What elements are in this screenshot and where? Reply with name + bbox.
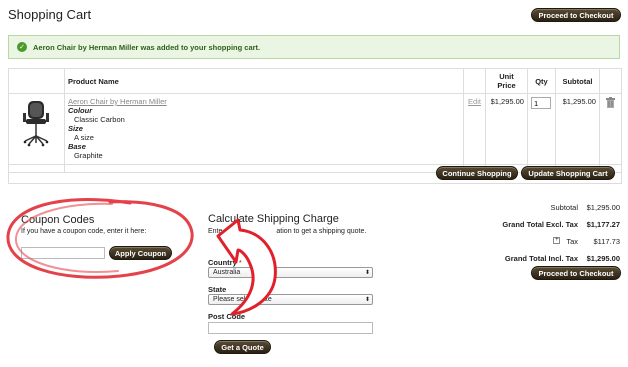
country-select[interactable]: Australia ⬍ <box>208 267 373 278</box>
unit-price-cell: $1,295.00 <box>485 93 528 173</box>
tax-value: $117.73 <box>593 237 620 246</box>
image-header <box>8 68 65 94</box>
remove-cell <box>598 93 623 173</box>
dropdown-arrow-icon: ⬍ <box>364 297 370 303</box>
success-message: ✓ Aeron Chair by Herman Miller was added… <box>8 35 620 59</box>
page-title: Shopping Cart <box>8 7 92 22</box>
state-select[interactable]: Please select state ⬍ <box>208 294 373 305</box>
plus-icon[interactable]: + <box>553 237 561 244</box>
shipping-hint-start: Ente <box>208 228 223 235</box>
edit-cell: Edit <box>463 93 486 173</box>
dropdown-arrow-icon: ⬍ <box>364 270 370 276</box>
shipping-hint-end: ation to get a shipping quote. <box>276 228 367 235</box>
coupon-hint: If you have a coupon code, enter it here… <box>21 228 147 235</box>
check-icon: ✓ <box>17 42 27 52</box>
qty-cell <box>526 93 556 173</box>
option-label: Size <box>67 124 83 133</box>
option-label: Colour <box>67 106 93 115</box>
apply-coupon-button[interactable]: Apply Coupon <box>109 246 172 260</box>
edit-link[interactable]: Edit <box>468 97 481 106</box>
grand-total-incl-value: $1,295.00 <box>586 254 620 263</box>
continue-shopping-button[interactable]: Continue Shopping <box>436 166 518 180</box>
unit-price-header: Unit Price <box>485 68 528 94</box>
subtotal-cell: $1,295.00 <box>554 93 600 173</box>
proceed-checkout-top-button[interactable]: Proceed to Checkout <box>531 8 621 22</box>
postcode-label: Post Code <box>208 312 246 321</box>
grand-total-excl-label: Grand Total Excl. Tax <box>502 220 578 229</box>
qty-header: Qty <box>526 68 556 94</box>
product-image[interactable] <box>19 99 53 147</box>
subtotal-header: Subtotal <box>554 68 600 94</box>
edit-header <box>463 68 486 94</box>
success-text: Aeron Chair by Herman Miller was added t… <box>33 42 261 52</box>
shipping-title: Calculate Shipping Charge <box>208 213 339 225</box>
proceed-checkout-bottom-button[interactable]: Proceed to Checkout <box>531 266 621 280</box>
tax-label: Tax <box>566 237 578 246</box>
required-mark: * <box>238 258 242 267</box>
grand-total-incl-row: Grand Total Incl. Tax $1,295.00 <box>505 254 620 263</box>
option-label: Base <box>67 142 86 151</box>
coupon-title: Coupon Codes <box>21 214 95 226</box>
cart-item-row: Aeron Chair by Herman Miller Colour Clas… <box>8 93 623 173</box>
coupon-input[interactable] <box>21 247 105 259</box>
product-info-cell: Aeron Chair by Herman Miller Colour Clas… <box>63 93 465 173</box>
grand-total-excl-row: Grand Total Excl. Tax $1,177.27 <box>502 220 620 229</box>
option-value: Graphite <box>73 151 103 160</box>
subtotal-label: Subtotal <box>550 203 578 212</box>
country-label-text: Country <box>208 258 237 267</box>
grand-total-excl-value: $1,177.27 <box>586 220 620 229</box>
remove-header <box>598 68 623 94</box>
get-quote-button[interactable]: Get a Quote <box>214 340 271 354</box>
trash-icon[interactable] <box>605 97 615 108</box>
country-label: Country * <box>208 258 242 267</box>
subtotal-row: Subtotal $1,295.00 <box>550 203 620 212</box>
update-cart-button[interactable]: Update Shopping Cart <box>521 166 615 180</box>
qty-input[interactable] <box>530 97 551 109</box>
product-name-header: Product Name <box>63 68 465 94</box>
annotation-circle <box>6 198 194 279</box>
option-value: A size <box>73 133 94 142</box>
state-label: State <box>208 285 227 294</box>
grand-total-incl-label: Grand Total Incl. Tax <box>504 254 578 263</box>
cart-table: Product Name Unit Price Qty Subtotal Aer… <box>8 68 623 173</box>
subtotal-value: $1,295.00 <box>586 203 620 212</box>
postcode-input[interactable] <box>208 322 373 334</box>
tax-row: + Tax $117.73 <box>553 237 620 246</box>
state-value: Please select state <box>213 296 272 303</box>
product-name-link[interactable]: Aeron Chair by Herman Miller <box>68 97 460 106</box>
country-value: Australia <box>213 269 241 276</box>
shipping-hint: Ente ation to get a shipping quote. <box>208 228 366 235</box>
option-value: Classic Carbon <box>73 115 125 124</box>
product-image-cell <box>8 93 65 173</box>
